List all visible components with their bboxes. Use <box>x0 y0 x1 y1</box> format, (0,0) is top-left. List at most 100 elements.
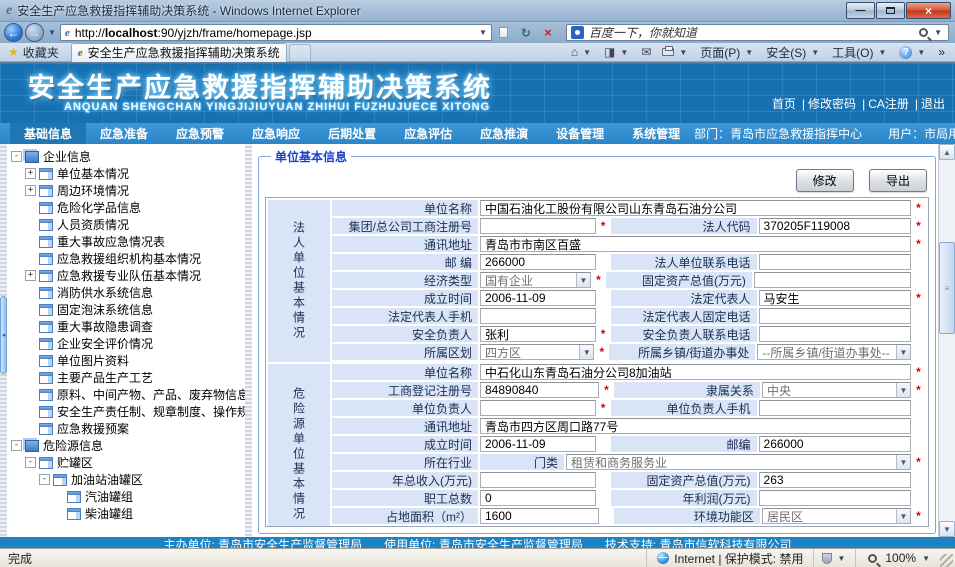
overflow-button[interactable]: » <box>934 44 949 60</box>
tree-item[interactable]: +安全生产责任制、规章制度、操作规程信息 <box>7 403 245 420</box>
text-input[interactable] <box>759 308 911 324</box>
chevron-down-icon[interactable]: ▼ <box>896 509 910 523</box>
chevron-down-icon[interactable]: ▼ <box>576 273 590 287</box>
tree-item[interactable]: -企业信息 <box>7 148 245 165</box>
tree-item[interactable]: -危险源信息 <box>7 437 245 454</box>
refresh-button[interactable]: ↻ <box>516 23 536 42</box>
nav-item[interactable]: 基础信息 <box>10 123 86 144</box>
tree-item[interactable]: +单位基本情况 <box>7 165 245 182</box>
splitter-collapse-handle[interactable]: ◂ <box>0 296 7 374</box>
feeds-button[interactable]: ◨▼ <box>600 44 634 60</box>
text-input[interactable] <box>480 218 596 234</box>
header-link[interactable]: 修改密码 <box>808 97 856 111</box>
text-input[interactable] <box>480 472 596 488</box>
select-input[interactable]: 中央▼ <box>762 382 911 398</box>
text-input[interactable] <box>759 490 911 506</box>
new-tab-button[interactable] <box>289 44 311 61</box>
header-link[interactable]: 退出 <box>921 97 945 111</box>
text-input[interactable] <box>759 326 911 342</box>
text-input[interactable]: 1600 <box>480 508 599 524</box>
back-button[interactable]: ← <box>4 23 23 42</box>
favorites-star-icon[interactable]: ★ <box>8 45 19 59</box>
tree-item[interactable]: +人员资质情况 <box>7 216 245 233</box>
tree-item[interactable]: +柴油罐组 <box>7 505 245 522</box>
left-splitter[interactable]: ◂ <box>0 144 7 537</box>
tree-item[interactable]: +周边环境情况 <box>7 182 245 199</box>
nav-item[interactable]: 应急准备 <box>86 123 162 144</box>
compatibility-view-button[interactable] <box>494 23 514 42</box>
privacy-report-button[interactable]: ▼ <box>813 549 855 567</box>
tree-item[interactable]: +应急救援专业队伍基本情况 <box>7 267 245 284</box>
text-input[interactable]: 中国石油化工股份有限公司山东青岛石油分公司 <box>480 200 911 216</box>
tree-expander-icon[interactable]: - <box>11 151 22 162</box>
nav-item[interactable]: 应急推演 <box>466 123 542 144</box>
zoom-control[interactable]: 100% ▼ <box>855 549 940 567</box>
browser-tab[interactable]: e 安全生产应急救援指挥辅助决策系统 <box>71 43 287 62</box>
tree-item[interactable]: +危险化学品信息 <box>7 199 245 216</box>
nav-item[interactable]: 应急响应 <box>238 123 314 144</box>
text-input[interactable] <box>759 400 911 416</box>
text-input[interactable]: 2006-11-09 <box>480 436 596 452</box>
text-input[interactable] <box>480 400 596 416</box>
tree-expander-icon[interactable]: - <box>11 440 22 451</box>
scrollbar-thumb[interactable]: ≡ <box>939 242 955 334</box>
search-input[interactable]: 百度一下，你就知道 <box>589 24 915 41</box>
tree-item[interactable]: +消防供水系统信息 <box>7 284 245 301</box>
tree-item[interactable]: +固定泡沫系统信息 <box>7 301 245 318</box>
print-button[interactable]: ▼ <box>658 47 693 58</box>
search-icon[interactable] <box>919 28 928 37</box>
history-dropdown-icon[interactable]: ▼ <box>46 28 58 37</box>
text-input[interactable]: 84890840 <box>480 382 599 398</box>
tree-item[interactable]: +原料、中间产物、产品、废弃物信息 <box>7 386 245 403</box>
text-input[interactable]: 张利 <box>480 326 596 342</box>
text-input[interactable]: 青岛市四方区周口路77号 <box>480 418 911 434</box>
tree-item[interactable]: +重大事故隐患调查 <box>7 318 245 335</box>
tree-item[interactable]: +应急救援预案 <box>7 420 245 437</box>
tree-item[interactable]: +重大事故应急情况表 <box>7 233 245 250</box>
chevron-down-icon[interactable]: ▼ <box>579 345 593 359</box>
resize-grip[interactable] <box>940 554 953 567</box>
export-button[interactable]: 导出 <box>869 169 927 192</box>
maximize-button[interactable] <box>876 2 905 19</box>
text-input[interactable]: 263 <box>759 472 911 488</box>
select-input[interactable]: 租赁和商务服务业▼ <box>566 454 911 470</box>
text-input[interactable] <box>759 254 911 270</box>
tree-expander-icon[interactable]: + <box>25 168 36 179</box>
tree-item[interactable]: -加油站油罐区 <box>7 471 245 488</box>
text-input[interactable]: 266000 <box>759 436 911 452</box>
text-input[interactable]: 马安生 <box>759 290 911 306</box>
text-input[interactable]: 2006-11-09 <box>480 290 596 306</box>
header-link[interactable]: 首页 <box>772 97 796 111</box>
address-field[interactable]: e http://localhost:90/yjzh/frame/homepag… <box>60 24 492 41</box>
nav-item[interactable]: 系统管理 <box>618 123 694 144</box>
text-input[interactable]: 四方区安监局 <box>759 526 911 527</box>
chevron-down-icon[interactable]: ▼ <box>896 383 910 397</box>
text-input[interactable]: 青岛市市南区百盛 <box>480 236 911 252</box>
forward-button[interactable]: → <box>25 23 44 42</box>
address-dropdown-icon[interactable]: ▼ <box>477 28 489 37</box>
modify-button[interactable]: 修改 <box>796 169 854 192</box>
text-input[interactable] <box>754 272 911 288</box>
favorites-button[interactable]: 收藏夹 <box>23 44 59 61</box>
tree-expander-icon[interactable]: + <box>25 185 36 196</box>
select-input[interactable]: 四方区▼ <box>480 344 594 360</box>
tree-expander-icon[interactable]: - <box>25 457 36 468</box>
text-input[interactable] <box>480 308 596 324</box>
search-box[interactable]: 百度一下，你就知道 ▼ <box>566 24 949 41</box>
tree-item[interactable]: +企业安全评价情况 <box>7 335 245 352</box>
content-scrollbar[interactable]: ▲ ≡ ▼ <box>938 144 955 537</box>
close-button[interactable]: × <box>906 2 951 19</box>
tree-expander-icon[interactable]: - <box>39 474 50 485</box>
text-input[interactable]: 266000 <box>480 254 596 270</box>
text-input[interactable]: 370205F119008 <box>759 218 911 234</box>
tree-item[interactable]: +应急救援组织机构基本情况 <box>7 250 245 267</box>
select-input[interactable]: --所属乡镇/街道办事处--▼ <box>757 344 911 360</box>
chevron-down-icon[interactable]: ▼ <box>896 345 910 359</box>
read-mail-button[interactable]: ✉ <box>637 44 655 60</box>
text-input[interactable]: 0 <box>480 490 596 506</box>
tree-expander-icon[interactable]: + <box>25 270 36 281</box>
search-dropdown-icon[interactable]: ▼ <box>932 28 944 37</box>
tools-menu-button[interactable]: 工具(O)▼ <box>828 43 892 62</box>
right-splitter[interactable] <box>245 144 252 537</box>
nav-item[interactable]: 应急评估 <box>390 123 466 144</box>
